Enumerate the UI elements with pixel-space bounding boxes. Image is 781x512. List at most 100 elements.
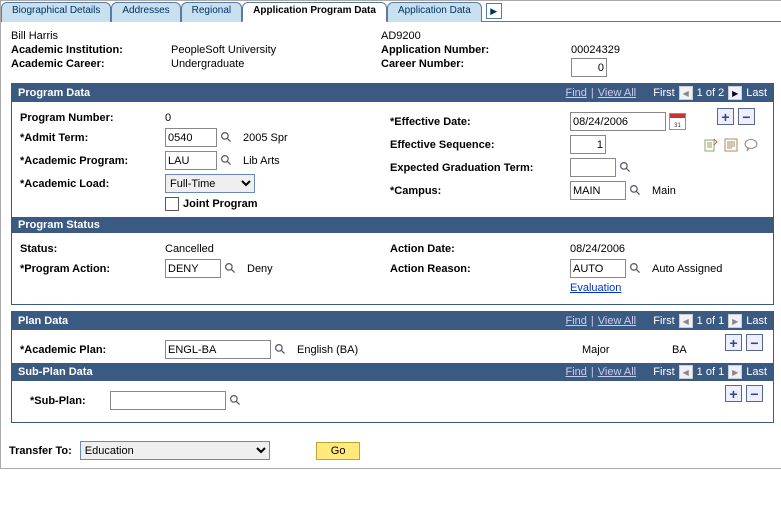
program-data-nav: Find| View All First ◀ 1 of 2 ▶ Last [566, 86, 767, 100]
campus-input[interactable] [570, 181, 626, 200]
expected-grad-input[interactable] [570, 158, 616, 177]
career-number-label: Career Number: [381, 58, 571, 77]
tab-bar: Biographical Details Addresses Regional … [1, 1, 781, 22]
plan-type: Major [582, 344, 610, 356]
tab-next-icon[interactable]: ▶ [486, 3, 502, 19]
sub-plan-label: *Sub-Plan: [30, 395, 110, 407]
campus-label: *Campus: [390, 185, 570, 197]
academic-load-select[interactable]: Full-Time [165, 174, 255, 193]
campus-lookup-icon[interactable] [628, 184, 642, 198]
plan-add-row-button[interactable]: + [725, 334, 742, 351]
ad-code: AD9200 [381, 30, 571, 42]
program-number-value: 0 [165, 112, 171, 124]
subplan-delete-row-button[interactable]: − [746, 385, 763, 402]
academic-plan-input[interactable] [165, 340, 271, 359]
first-label[interactable]: First [653, 87, 674, 99]
worklist-icon[interactable] [703, 137, 719, 153]
program-data-title: Program Data [18, 87, 90, 99]
academic-institution-value: PeopleSoft University [171, 44, 381, 56]
joint-program-checkbox[interactable] [165, 197, 179, 211]
status-value: Cancelled [165, 243, 214, 255]
next-row-icon[interactable]: ▶ [728, 86, 742, 100]
plan-delete-row-button[interactable]: − [746, 334, 763, 351]
tab-regional[interactable]: Regional [181, 2, 242, 22]
subplan-find-link[interactable]: Find [566, 366, 587, 378]
notepad-icon[interactable] [723, 137, 739, 153]
admit-term-desc: 2005 Spr [243, 132, 288, 144]
academic-program-input[interactable] [165, 151, 217, 170]
transfer-to-select[interactable]: Education [80, 441, 270, 460]
prev-row-icon: ◀ [679, 86, 693, 100]
effective-date-input[interactable] [570, 112, 666, 131]
career-number-value [571, 58, 607, 77]
find-link[interactable]: Find [566, 87, 587, 99]
plan-next-icon: ▶ [728, 314, 742, 328]
plan-find-link[interactable]: Find [566, 315, 587, 327]
subplan-next-icon: ▶ [728, 365, 742, 379]
subplan-view-all-link[interactable]: View All [598, 366, 636, 378]
subplan-add-row-button[interactable]: + [725, 385, 742, 402]
delete-row-button[interactable]: − [738, 108, 755, 125]
sub-plan-lookup-icon[interactable] [228, 394, 242, 408]
program-action-lookup-icon[interactable] [223, 262, 237, 276]
academic-career-value: Undergraduate [171, 58, 381, 77]
subplan-last-label[interactable]: Last [746, 366, 767, 378]
action-reason-label: Action Reason: [390, 263, 570, 275]
application-number-value: 00024329 [571, 44, 620, 56]
subplan-first-label[interactable]: First [653, 366, 674, 378]
subplan-prev-icon: ◀ [679, 365, 693, 379]
transfer-to-label: Transfer To: [9, 445, 72, 457]
academic-career-label: Academic Career: [11, 58, 171, 77]
academic-program-label: *Academic Program: [20, 155, 165, 167]
campus-desc: Main [652, 185, 676, 197]
status-label: Status: [20, 243, 165, 255]
academic-load-label: *Academic Load: [20, 178, 165, 190]
admit-term-input[interactable] [165, 128, 217, 147]
effective-date-label: *Effective Date: [390, 116, 570, 128]
evaluation-link[interactable]: Evaluation [570, 282, 621, 294]
tab-application-program-data[interactable]: Application Program Data [242, 2, 387, 22]
action-reason-input[interactable] [570, 259, 626, 278]
subplan-position: 1 of 1 [697, 366, 725, 378]
action-date-value: 08/24/2006 [570, 243, 625, 255]
action-reason-lookup-icon[interactable] [628, 262, 642, 276]
add-row-button[interactable]: + [717, 108, 734, 125]
tab-biographical[interactable]: Biographical Details [1, 2, 111, 22]
program-number-label: Program Number: [20, 112, 165, 124]
action-reason-desc: Auto Assigned [652, 263, 722, 275]
plan-first-label[interactable]: First [653, 315, 674, 327]
academic-plan-lookup-icon[interactable] [273, 343, 287, 357]
sub-plan-title: Sub-Plan Data [18, 366, 93, 378]
calendar-icon[interactable] [669, 113, 686, 130]
sub-plan-input[interactable] [110, 391, 226, 410]
admit-term-lookup-icon[interactable] [219, 131, 233, 145]
expected-grad-lookup-icon[interactable] [618, 161, 632, 175]
program-status-title: Program Status [18, 219, 100, 231]
academic-institution-label: Academic Institution: [11, 44, 171, 56]
program-position: 1 of 2 [697, 87, 725, 99]
effective-sequence-input[interactable] [570, 135, 606, 154]
program-action-label: *Program Action: [20, 263, 165, 275]
academic-plan-label: *Academic Plan: [20, 344, 165, 356]
application-number-label: Application Number: [381, 44, 571, 56]
academic-program-desc: Lib Arts [243, 155, 280, 167]
comment-icon[interactable] [743, 137, 759, 153]
view-all-link[interactable]: View All [598, 87, 636, 99]
plan-data-section: Plan Data Find| View All First ◀ 1 of 1 … [11, 311, 774, 423]
academic-plan-desc: English (BA) [297, 344, 358, 356]
plan-last-label[interactable]: Last [746, 315, 767, 327]
plan-data-title: Plan Data [18, 315, 68, 327]
tab-application-data[interactable]: Application Data [387, 2, 482, 22]
expected-grad-label: Expected Graduation Term: [390, 162, 570, 174]
tab-addresses[interactable]: Addresses [111, 2, 180, 22]
action-date-label: Action Date: [390, 243, 570, 255]
student-name: Bill Harris [11, 30, 171, 42]
plan-degree: BA [672, 344, 687, 356]
effective-sequence-label: Effective Sequence: [390, 139, 570, 151]
last-label[interactable]: Last [746, 87, 767, 99]
program-action-input[interactable] [165, 259, 221, 278]
plan-view-all-link[interactable]: View All [598, 315, 636, 327]
go-button[interactable]: Go [316, 442, 361, 460]
academic-program-lookup-icon[interactable] [219, 154, 233, 168]
plan-prev-icon: ◀ [679, 314, 693, 328]
